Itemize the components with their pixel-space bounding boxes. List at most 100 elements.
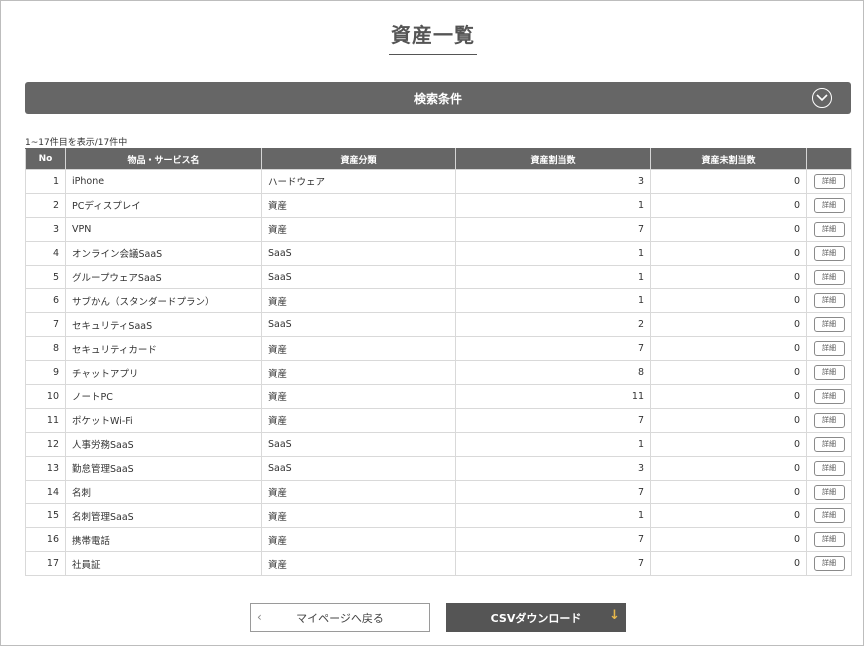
cell-unassigned: 0 — [650, 551, 807, 577]
table-row: 6 サブかん（スタンダードプラン） 資産 1 0 詳細 — [25, 288, 852, 314]
cell-actions: 詳細 — [806, 479, 852, 505]
download-arrow-icon: ↓ — [609, 608, 620, 623]
detail-button[interactable]: 詳細 — [813, 365, 845, 381]
cell-actions: 詳細 — [806, 407, 852, 433]
page-title-wrap: 資産一覧 — [1, 19, 864, 55]
back-to-mypage-button[interactable]: ‹ マイページへ戻る — [250, 603, 430, 632]
cell-actions: 詳細 — [806, 336, 852, 362]
cell-assigned: 7 — [455, 527, 651, 553]
cell-name: サブかん（スタンダードプラン） — [65, 288, 262, 314]
detail-button[interactable]: 詳細 — [813, 388, 845, 404]
cell-name: VPN — [65, 216, 262, 242]
table-row: 14 名刺 資産 7 0 詳細 — [25, 479, 852, 505]
search-conditions-label: 検索条件 — [413, 91, 462, 106]
chevron-down-circle-icon[interactable] — [812, 88, 832, 108]
table-row: 15 名刺管理SaaS 資産 1 0 詳細 — [25, 503, 852, 529]
cell-actions: 詳細 — [806, 240, 852, 266]
cell-no: 3 — [25, 216, 66, 242]
cell-no: 11 — [25, 407, 66, 433]
cell-actions: 詳細 — [806, 192, 852, 218]
cell-assigned: 8 — [455, 360, 651, 386]
cell-actions: 詳細 — [806, 264, 852, 290]
cell-assigned: 11 — [455, 384, 651, 409]
cell-assigned: 7 — [455, 216, 651, 242]
cell-no: 16 — [25, 527, 66, 553]
cell-category: 資産 — [261, 551, 456, 577]
table-row: 9 チャットアプリ 資産 8 0 詳細 — [25, 360, 852, 386]
csv-download-button[interactable]: CSVダウンロード ↓ — [446, 603, 626, 632]
detail-button[interactable]: 詳細 — [813, 221, 845, 237]
cell-assigned: 1 — [455, 503, 651, 529]
detail-button[interactable]: 詳細 — [813, 436, 845, 452]
table-row: 13 勤怠管理SaaS SaaS 3 0 詳細 — [25, 455, 852, 481]
cell-name: 携帯電話 — [65, 527, 262, 553]
cell-no: 4 — [25, 240, 66, 266]
table-row: 5 グループウェアSaaS SaaS 1 0 詳細 — [25, 264, 852, 290]
detail-button[interactable]: 詳細 — [813, 269, 845, 285]
cell-name: iPhone — [65, 169, 262, 194]
search-conditions-toggle[interactable]: 検索条件 — [25, 82, 851, 114]
detail-button[interactable]: 詳細 — [813, 317, 845, 333]
page-frame: 資産一覧 検索条件 1~17件目を表示/17件中 No 物品・サービス名 資産分… — [0, 0, 864, 646]
cell-unassigned: 0 — [650, 384, 807, 409]
detail-button[interactable]: 詳細 — [813, 341, 845, 357]
cell-assigned: 1 — [455, 288, 651, 314]
cell-assigned: 7 — [455, 336, 651, 362]
cell-no: 2 — [25, 192, 66, 218]
cell-actions: 詳細 — [806, 527, 852, 553]
cell-assigned: 1 — [455, 192, 651, 218]
column-header-assigned: 資産割当数 — [455, 148, 651, 170]
table-row: 17 社員証 資産 7 0 詳細 — [25, 551, 852, 577]
detail-button[interactable]: 詳細 — [813, 245, 845, 261]
cell-name: 名刺管理SaaS — [65, 503, 262, 529]
cell-category: 資産 — [261, 384, 456, 409]
detail-button[interactable]: 詳細 — [813, 412, 845, 428]
detail-button[interactable]: 詳細 — [813, 293, 845, 309]
cell-category: 資産 — [261, 407, 456, 433]
cell-category: SaaS — [261, 312, 456, 338]
cell-category: 資産 — [261, 479, 456, 505]
cell-name: セキュリティカード — [65, 336, 262, 362]
cell-no: 12 — [25, 431, 66, 457]
table-row: 2 PCディスプレイ 資産 1 0 詳細 — [25, 192, 852, 218]
cell-name: チャットアプリ — [65, 360, 262, 386]
cell-actions: 詳細 — [806, 360, 852, 386]
table-row: 8 セキュリティカード 資産 7 0 詳細 — [25, 336, 852, 362]
csv-button-label: CSVダウンロード — [490, 611, 582, 625]
cell-no: 6 — [25, 288, 66, 314]
detail-button[interactable]: 詳細 — [813, 173, 845, 189]
cell-category: 資産 — [261, 503, 456, 529]
table-row: 4 オンライン会議SaaS SaaS 1 0 詳細 — [25, 240, 852, 266]
cell-unassigned: 0 — [650, 407, 807, 433]
cell-assigned: 3 — [455, 169, 651, 194]
cell-assigned: 1 — [455, 431, 651, 457]
cell-name: 勤怠管理SaaS — [65, 455, 262, 481]
cell-assigned: 7 — [455, 479, 651, 505]
cell-name: ノートPC — [65, 384, 262, 409]
detail-button[interactable]: 詳細 — [813, 484, 845, 500]
column-header-category: 資産分類 — [261, 148, 456, 170]
detail-button[interactable]: 詳細 — [813, 508, 845, 524]
detail-button[interactable]: 詳細 — [813, 556, 845, 572]
cell-actions: 詳細 — [806, 169, 852, 194]
detail-button[interactable]: 詳細 — [813, 460, 845, 476]
column-header-no: No — [25, 148, 66, 170]
table-row: 12 人事労務SaaS SaaS 1 0 詳細 — [25, 431, 852, 457]
cell-category: 資産 — [261, 336, 456, 362]
cell-unassigned: 0 — [650, 503, 807, 529]
cell-category: 資産 — [261, 527, 456, 553]
cell-assigned: 7 — [455, 407, 651, 433]
cell-assigned: 1 — [455, 240, 651, 266]
cell-unassigned: 0 — [650, 216, 807, 242]
cell-no: 13 — [25, 455, 66, 481]
assets-table: No 物品・サービス名 資産分類 資産割当数 資産未割当数 1 iPhone ハード… — [25, 148, 852, 577]
cell-actions: 詳細 — [806, 312, 852, 338]
cell-unassigned: 0 — [650, 360, 807, 386]
detail-button[interactable]: 詳細 — [813, 532, 845, 548]
cell-category: SaaS — [261, 240, 456, 266]
cell-name: グループウェアSaaS — [65, 264, 262, 290]
cell-no: 15 — [25, 503, 66, 529]
detail-button[interactable]: 詳細 — [813, 197, 845, 213]
cell-assigned: 2 — [455, 312, 651, 338]
table-row: 7 セキュリティSaaS SaaS 2 0 詳細 — [25, 312, 852, 338]
